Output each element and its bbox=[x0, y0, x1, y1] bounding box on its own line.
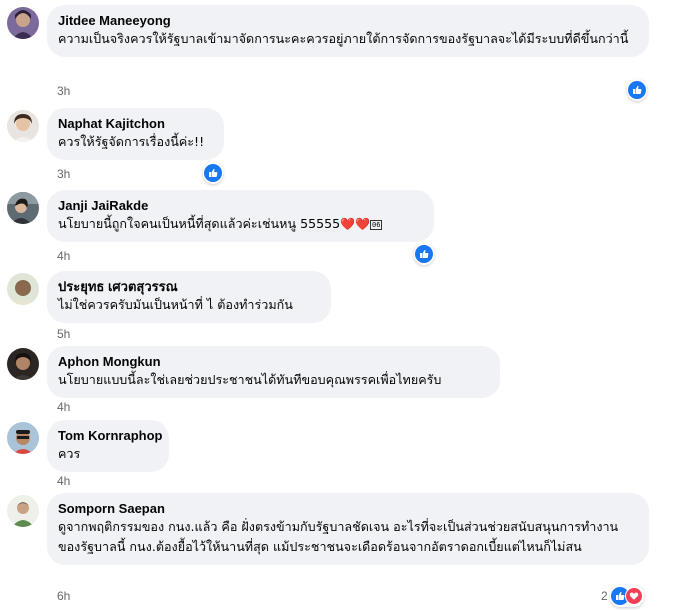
comment-time[interactable]: 4h bbox=[57, 249, 70, 263]
comment-time[interactable]: 3h bbox=[57, 84, 70, 98]
reaction-summary[interactable] bbox=[610, 585, 644, 607]
love-icon bbox=[625, 587, 643, 605]
comment-bubble: Janji JaiRakde นโยบายนี้ถูกใจคนเป็นหนี้ท… bbox=[47, 190, 434, 242]
comment-author[interactable]: Naphat Kajitchon bbox=[58, 115, 212, 132]
comment-text: ความเป็นจริงควรให้รัฐบาลเข้ามาจัดการนะคะ… bbox=[58, 31, 629, 46]
comment-text: ดูจากพฤติกรรมของ กนง.แล้ว คือ ฝั่งตรงข้า… bbox=[58, 519, 619, 554]
reaction-summary[interactable] bbox=[414, 243, 434, 265]
avatar[interactable] bbox=[7, 495, 39, 527]
comment-author[interactable]: Somporn Saepan bbox=[58, 500, 637, 517]
comment-author[interactable]: Aphon Mongkun bbox=[58, 353, 488, 370]
reaction-summary[interactable] bbox=[627, 79, 647, 101]
comment-time[interactable]: 6h bbox=[57, 589, 70, 603]
comment-bubble: Aphon Mongkun นโยบายแบบนี้ละใช่เลยช่วยปร… bbox=[47, 346, 500, 398]
unrendered-emoji-box: 06 bbox=[370, 219, 383, 230]
avatar[interactable] bbox=[7, 348, 39, 380]
like-icon bbox=[204, 164, 222, 182]
comment-bubble: Naphat Kajitchon ควรให้รัฐจัดการเรื่องนี… bbox=[47, 108, 224, 160]
comment-bubble: Tom Kornraphop ควร bbox=[47, 420, 169, 472]
comment-author[interactable]: Jitdee Maneeyong bbox=[58, 12, 637, 29]
comment-text: นโยบายนี้ถูกใจคนเป็นหนี้ที่สุดแล้วค่ะเช่… bbox=[58, 214, 422, 234]
comment-text: ไม่ใช่ควรครับมันเป็นหน้าที่ ไ ต้องทำร่วม… bbox=[58, 297, 293, 312]
comment-bubble: Somporn Saepan ดูจากพฤติกรรมของ กนง.แล้ว… bbox=[47, 493, 649, 565]
comment-author[interactable]: Janji JaiRakde bbox=[58, 197, 422, 214]
comment-bubble: ประยุทธ เศวตสุวรรณ ไม่ใช่ควรครับมันเป็นห… bbox=[47, 271, 331, 323]
reaction-summary[interactable] bbox=[203, 162, 223, 184]
avatar[interactable] bbox=[7, 422, 39, 454]
avatar[interactable] bbox=[7, 110, 39, 142]
avatar[interactable] bbox=[7, 192, 39, 224]
avatar[interactable] bbox=[7, 273, 39, 305]
comment-time[interactable]: 4h bbox=[57, 474, 70, 488]
comment-bubble: Jitdee Maneeyong ความเป็นจริงควรให้รัฐบา… bbox=[47, 5, 649, 57]
comment-author[interactable]: ประยุทธ เศวตสุวรรณ bbox=[58, 278, 319, 295]
heart-emoji: ❤️❤️ bbox=[340, 217, 371, 231]
comment-text: ควร bbox=[58, 446, 81, 461]
reaction-count[interactable]: 2 bbox=[601, 589, 608, 603]
comment-time[interactable]: 3h bbox=[57, 167, 70, 181]
comment-text: นโยบายแบบนี้ละใช่เลยช่วยประชาชนได้ทันทีข… bbox=[58, 372, 442, 387]
like-icon bbox=[415, 245, 433, 263]
comment-time[interactable]: 4h bbox=[57, 400, 70, 414]
like-icon bbox=[628, 81, 646, 99]
comment-author[interactable]: Tom Kornraphop bbox=[58, 427, 162, 444]
comment-time[interactable]: 5h bbox=[57, 327, 70, 341]
comment-text: ควรให้รัฐจัดการเรื่องนี้ค่ะ!! bbox=[58, 134, 205, 149]
comment-text-body: นโยบายนี้ถูกใจคนเป็นหนี้ที่สุดแล้วค่ะเช่… bbox=[58, 216, 341, 231]
avatar[interactable] bbox=[7, 7, 39, 39]
